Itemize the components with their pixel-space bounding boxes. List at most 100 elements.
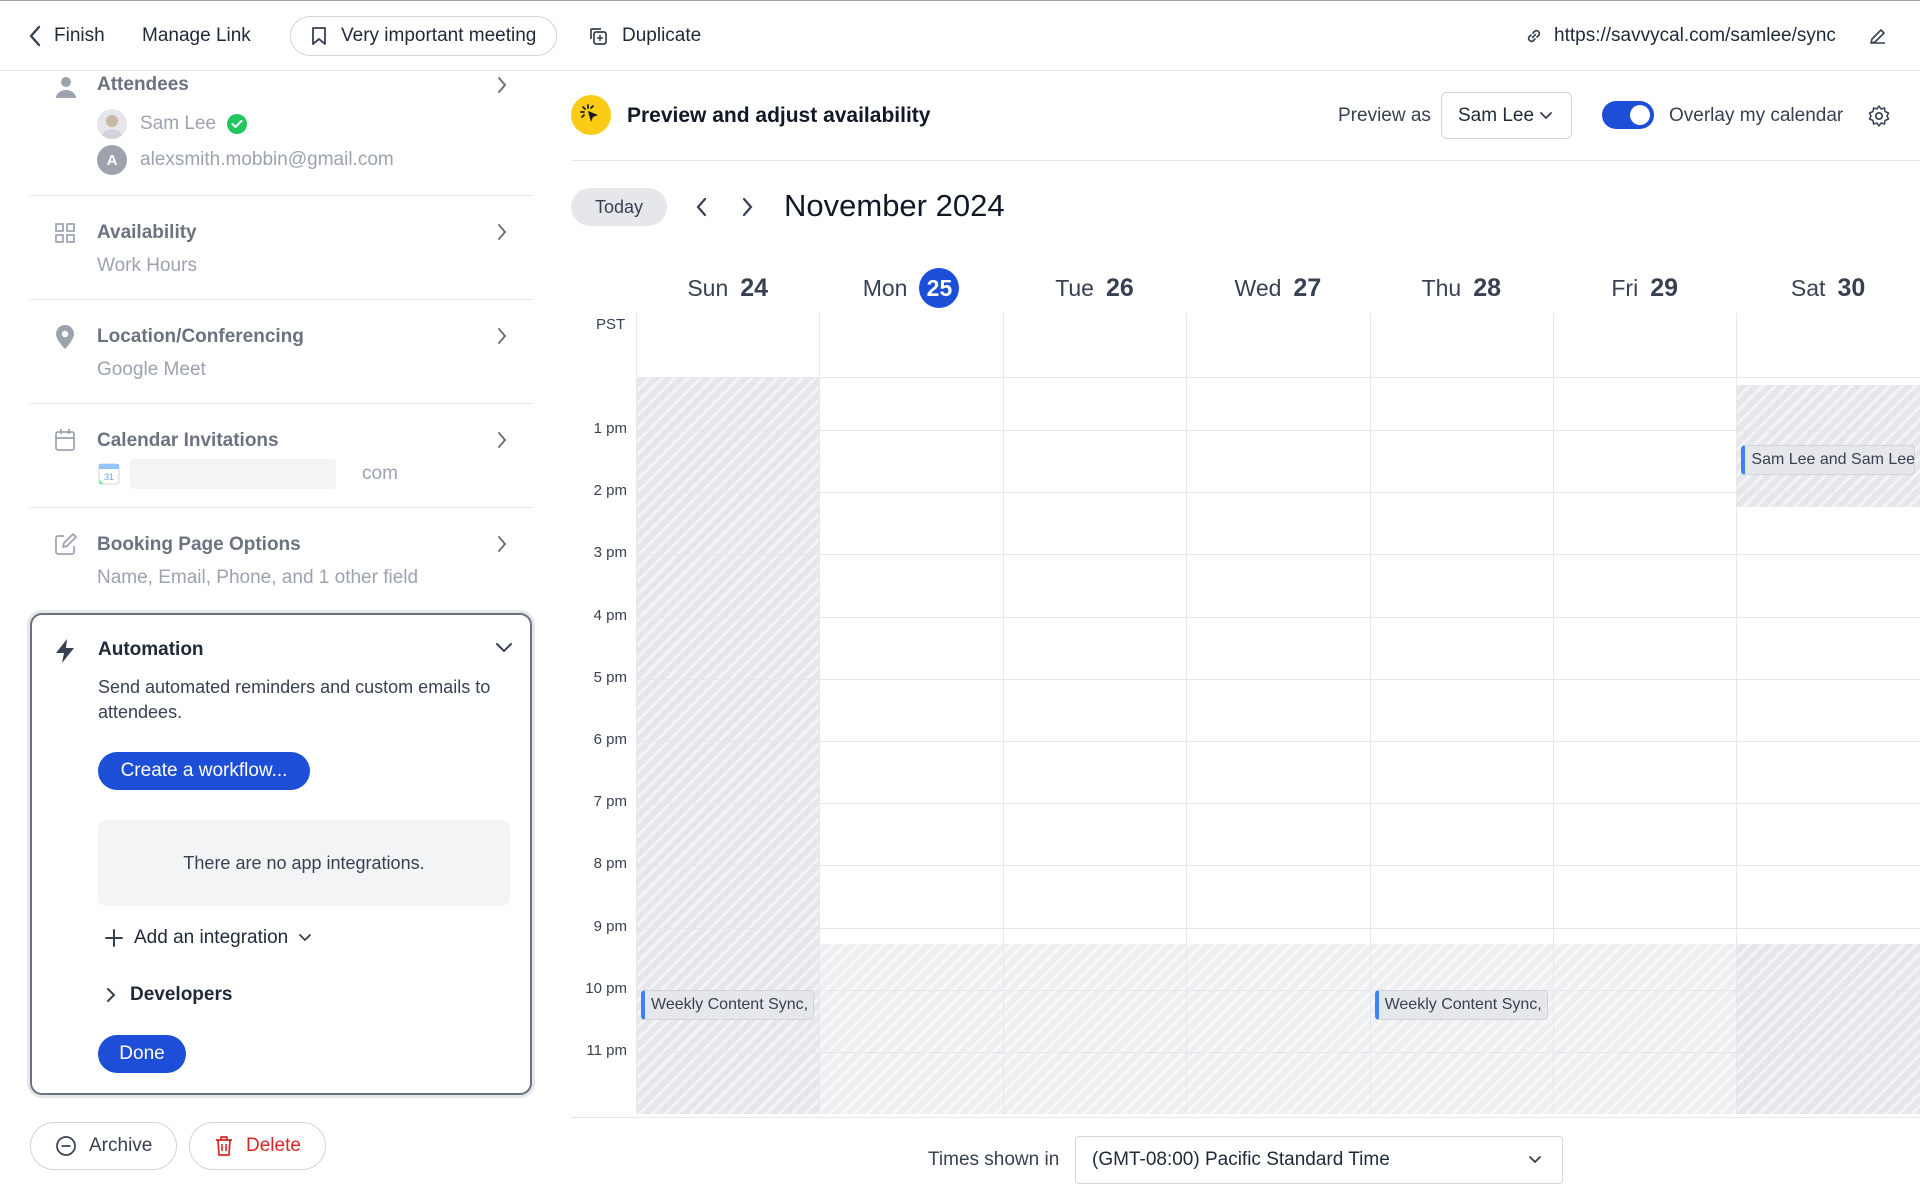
done-button[interactable]: Done	[98, 1035, 186, 1073]
manage-link-button[interactable]: Manage Link	[142, 1, 251, 71]
booking-options-section[interactable]: Booking Page Options Name, Email, Phone,…	[30, 508, 532, 612]
attendee-sam-lee: Sam Lee	[97, 109, 248, 139]
today-date-badge: 25	[919, 268, 960, 308]
timezone-abbr: PST	[596, 316, 626, 333]
grid-column-line	[1369, 313, 1371, 1114]
grid-column-line	[636, 313, 637, 1114]
calendar-invitations-section[interactable]: Calendar Invitations 31 com	[30, 404, 532, 508]
timezone-select[interactable]: (GMT-08:00) Pacific Standard Time	[1075, 1136, 1563, 1184]
top-bar: Finish Manage Link Very important meetin…	[0, 0, 1920, 71]
day-header-sat: Sat 30	[1736, 266, 1919, 310]
gear-icon[interactable]	[1867, 104, 1891, 128]
day-number: 30	[1837, 273, 1866, 302]
location-section[interactable]: Location/Conferencing Google Meet	[30, 300, 532, 404]
availability-section[interactable]: Availability Work Hours	[30, 196, 532, 300]
preview-title: Preview and adjust availability	[627, 104, 931, 127]
day-header-thu: Thu 28	[1370, 266, 1553, 310]
finish-label: Finish	[54, 25, 105, 46]
hour-label: 6 pm	[593, 731, 627, 748]
google-calendar-icon: 31	[98, 463, 120, 485]
booking-url-link[interactable]: https://savvycal.com/samlee/sync	[1524, 1, 1836, 71]
day-number: 26	[1105, 273, 1134, 302]
grid-hour-line	[636, 554, 1920, 556]
add-integration-button[interactable]: Add an integration	[104, 927, 312, 949]
day-header-sun: Sun 24	[636, 266, 819, 310]
avatar	[97, 109, 127, 139]
developers-toggle[interactable]: Developers	[106, 984, 232, 1006]
grid-column-line	[1553, 313, 1554, 1114]
calendar-event[interactable]: Weekly Content Sync,	[641, 990, 815, 1020]
preview-as-select[interactable]: Sam Lee	[1441, 92, 1572, 139]
calendar-grid: Sam Lee and Sam Lee, Weekly Content Sync,…	[636, 313, 1920, 1114]
month-title: November 2024	[784, 188, 1005, 223]
create-workflow-button[interactable]: Create a workflow...	[98, 752, 310, 790]
archive-button[interactable]: Archive	[30, 1122, 178, 1170]
person-icon	[54, 75, 78, 99]
calendar-event[interactable]: Sam Lee and Sam Lee,	[1741, 445, 1915, 475]
calendar-icon	[54, 428, 76, 452]
lightning-icon	[54, 638, 76, 664]
delete-label: Delete	[246, 1135, 301, 1156]
hour-label: 2 pm	[593, 482, 627, 500]
finish-button[interactable]: Finish	[28, 1, 105, 71]
day-number: 24	[740, 273, 769, 302]
duplicate-button[interactable]: Duplicate	[588, 1, 701, 71]
booking-url: https://savvycal.com/samlee/sync	[1554, 25, 1836, 46]
grid-column-line	[819, 313, 821, 1114]
verified-check-icon	[226, 113, 248, 135]
developers-label: Developers	[130, 984, 233, 1005]
minus-circle-icon	[55, 1135, 77, 1157]
location-subtitle: Google Meet	[97, 359, 206, 380]
timezone-value: (GMT-08:00) Pacific Standard Time	[1092, 1149, 1390, 1170]
archive-label: Archive	[89, 1135, 153, 1156]
chevron-right-icon	[496, 535, 508, 553]
availability-subtitle: Work Hours	[97, 255, 197, 276]
meeting-name-button[interactable]: Very important meeting	[290, 16, 558, 56]
next-week-button[interactable]	[740, 197, 754, 217]
chevron-right-icon	[496, 223, 508, 241]
add-integration-label: Add an integration	[134, 927, 289, 948]
bookmark-icon	[311, 26, 327, 46]
preview-as-value: Sam Lee	[1458, 104, 1535, 126]
day-number: 27	[1293, 273, 1322, 302]
grid-hour-line	[636, 803, 1920, 805]
hour-label: 10 pm	[585, 979, 627, 997]
no-integrations-text: There are no app integrations.	[183, 852, 425, 873]
overlay-calendar-label: Overlay my calendar	[1669, 105, 1844, 126]
hour-label: 11 pm	[586, 1042, 627, 1059]
grid-hour-line	[636, 741, 1920, 742]
location-title: Location/Conferencing	[97, 326, 304, 347]
grid-hour-line	[636, 430, 1920, 431]
grid-hour-line	[636, 989, 1920, 991]
chevron-down-icon	[1539, 111, 1553, 121]
today-button[interactable]: Today	[571, 188, 667, 226]
times-shown-label: Times shown in	[928, 1149, 1060, 1170]
grid-hour-line	[636, 377, 1920, 378]
day-number: 29	[1650, 273, 1679, 302]
cursor-click-icon	[571, 95, 611, 135]
edit-url-button[interactable]	[1868, 1, 1888, 71]
booking-options-title: Booking Page Options	[97, 534, 301, 555]
duplicate-icon	[588, 26, 608, 46]
preview-as-label: Preview as	[1338, 105, 1431, 126]
calendar-event[interactable]: Weekly Content Sync,	[1374, 990, 1548, 1020]
plus-icon	[104, 928, 124, 948]
manage-link-label: Manage Link	[142, 25, 251, 46]
previous-week-button[interactable]	[695, 197, 709, 217]
overlay-calendar-toggle[interactable]	[1602, 101, 1654, 129]
create-workflow-label: Create a workflow...	[120, 760, 288, 781]
delete-button[interactable]: Delete	[189, 1122, 326, 1170]
redacted-email-block	[130, 459, 336, 489]
avatar: A	[97, 145, 127, 175]
map-pin-icon	[54, 324, 76, 350]
attendee-name: Sam Lee	[140, 113, 217, 134]
collapse-automation-button[interactable]	[495, 642, 513, 654]
attendees-section[interactable]: Attendees Sam Lee A alexsmith.mobbin@gma…	[30, 71, 532, 196]
day-number: 28	[1473, 273, 1502, 302]
attendee-alex: A alexsmith.mobbin@gmail.com	[97, 145, 394, 175]
day-header-fri: Fri 29	[1553, 266, 1736, 310]
availability-title: Availability	[97, 222, 197, 243]
grid-column-line	[1002, 313, 1004, 1114]
day-name: Sat	[1790, 274, 1826, 301]
attendees-title: Attendees	[97, 74, 189, 95]
